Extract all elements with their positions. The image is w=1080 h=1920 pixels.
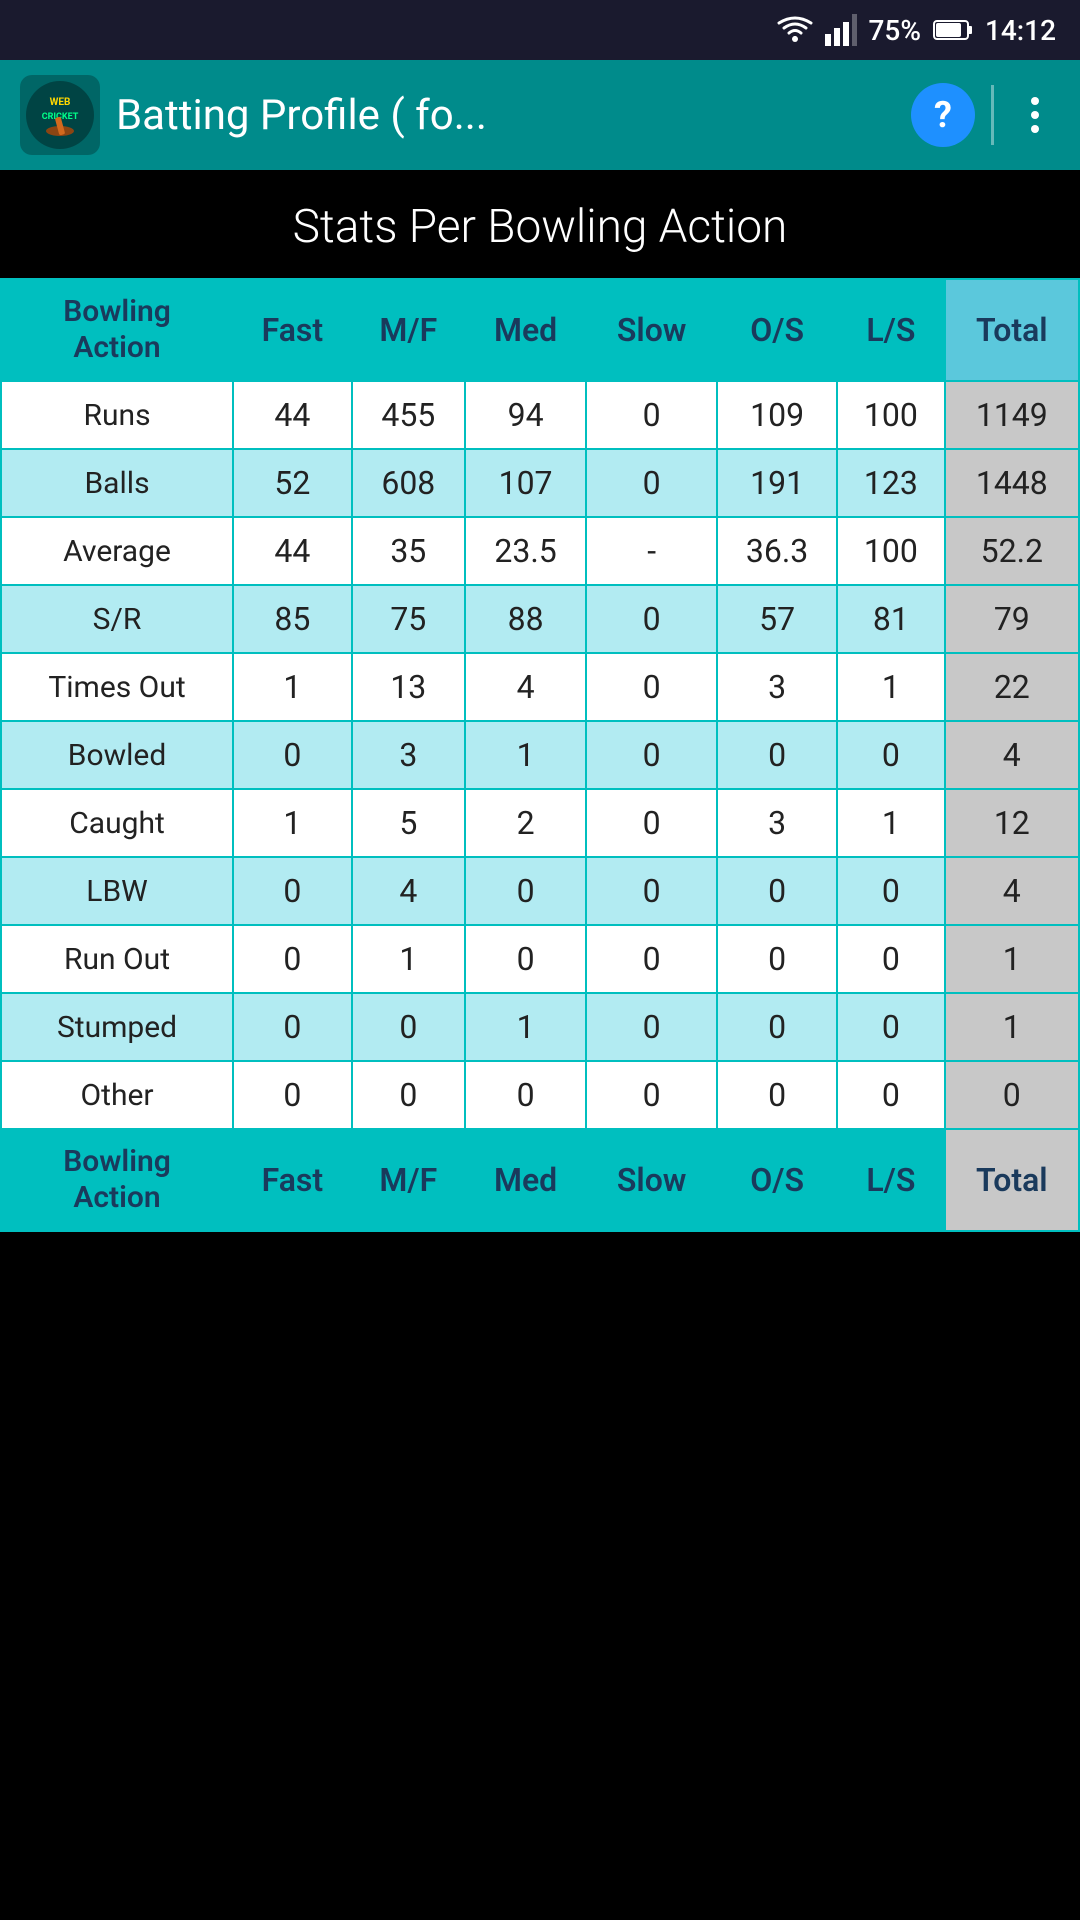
table-row: Stumped0010001: [1, 993, 1079, 1061]
stats-table-container: BowlingAction Fast M/F Med Slow O/S L/S …: [0, 278, 1080, 1232]
footer-fast: Fast: [233, 1129, 352, 1231]
footer-mf: M/F: [352, 1129, 465, 1231]
footer-total: Total: [945, 1129, 1079, 1231]
time-text: 14:12: [985, 14, 1056, 47]
help-button[interactable]: ?: [911, 83, 975, 147]
table-row: Balls5260810701911231448: [1, 449, 1079, 517]
stats-table: BowlingAction Fast M/F Med Slow O/S L/S …: [0, 278, 1080, 1232]
more-dots-icon: [1031, 97, 1039, 133]
header-os: O/S: [717, 279, 837, 381]
footer-med: Med: [465, 1129, 586, 1231]
table-row: S/R8575880578179: [1, 585, 1079, 653]
footer-bowling-action: BowlingAction: [1, 1129, 233, 1231]
header-fast: Fast: [233, 279, 352, 381]
footer-slow: Slow: [586, 1129, 717, 1231]
section-title: Stats Per Bowling Action: [0, 200, 1080, 254]
footer-os: O/S: [717, 1129, 837, 1231]
divider: [991, 85, 994, 145]
table-footer-row: BowlingAction Fast M/F Med Slow O/S L/S …: [1, 1129, 1079, 1231]
header-total: Total: [945, 279, 1079, 381]
status-bar: 75% 14:12: [0, 0, 1080, 60]
table-header-row: BowlingAction Fast M/F Med Slow O/S L/S …: [1, 279, 1079, 381]
table-row: Bowled0310004: [1, 721, 1079, 789]
status-icons: 75% 14:12: [777, 14, 1057, 47]
more-button[interactable]: [1010, 97, 1060, 133]
wifi-icon: [777, 16, 813, 44]
battery-text: 75%: [869, 14, 921, 47]
table-row: Run Out0100001: [1, 925, 1079, 993]
header-bowling-action: BowlingAction: [1, 279, 233, 381]
table-row: Runs444559401091001149: [1, 381, 1079, 449]
header-mf: M/F: [352, 279, 465, 381]
battery-icon: [933, 18, 973, 42]
table-row: Average443523.5-36.310052.2: [1, 517, 1079, 585]
header-slow: Slow: [586, 279, 717, 381]
logo-icon: WEB CRICKET: [24, 79, 96, 151]
section-header: Stats Per Bowling Action: [0, 170, 1080, 278]
footer-ls: L/S: [837, 1129, 944, 1231]
app-title: Batting Profile ( fo...: [116, 91, 895, 140]
header-ls: L/S: [837, 279, 944, 381]
svg-text:WEB: WEB: [50, 97, 71, 108]
app-logo: WEB CRICKET: [20, 75, 100, 155]
table-row: Times Out113403122: [1, 653, 1079, 721]
signal-icon: [825, 14, 857, 46]
header-med: Med: [465, 279, 586, 381]
app-bar: WEB CRICKET Batting Profile ( fo... ?: [0, 60, 1080, 170]
table-row: LBW0400004: [1, 857, 1079, 925]
table-row: Caught15203112: [1, 789, 1079, 857]
table-row: Other0000000: [1, 1061, 1079, 1129]
